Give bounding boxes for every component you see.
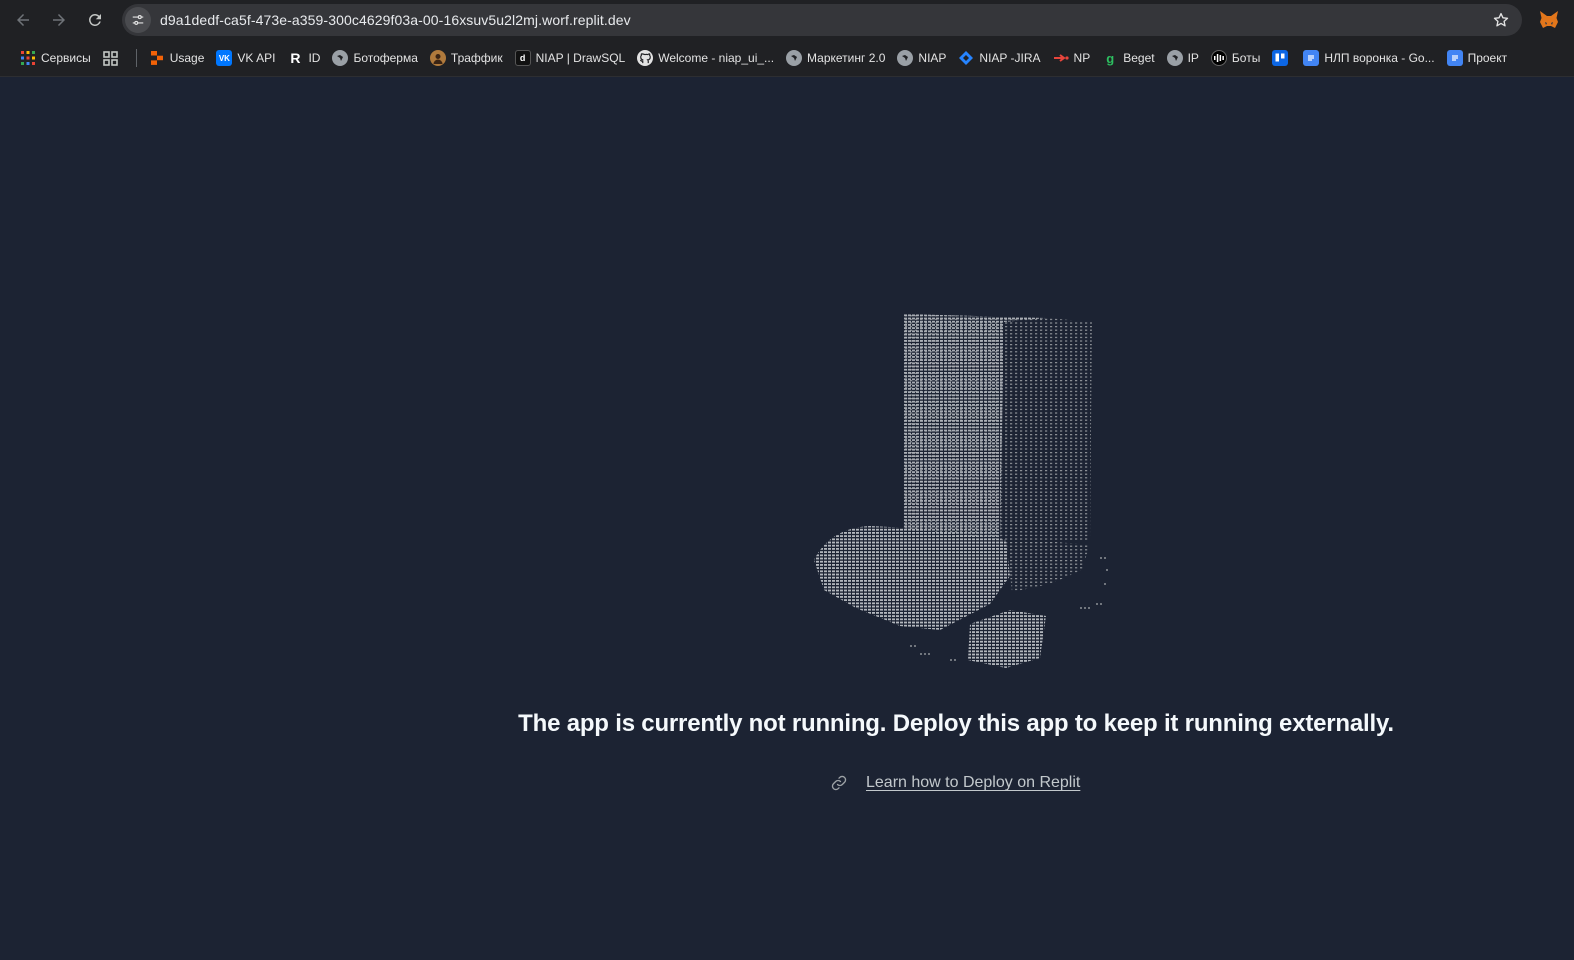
bookmark-label: Траффик bbox=[450, 51, 503, 65]
back-button[interactable] bbox=[5, 2, 41, 38]
url-text[interactable]: d9a1dedf-ca5f-473e-a359-300c4629f03a-00-… bbox=[160, 12, 631, 28]
np-icon bbox=[1053, 50, 1069, 66]
bookmark-label: ID bbox=[308, 51, 321, 65]
bookmark-botoferma[interactable]: Ботоферма bbox=[328, 44, 425, 72]
bookmark-separator bbox=[135, 49, 137, 67]
bookmark-tab-groups[interactable] bbox=[99, 44, 128, 72]
reload-button[interactable] bbox=[77, 2, 113, 38]
address-bar[interactable]: d9a1dedf-ca5f-473e-a359-300c4629f03a-00-… bbox=[122, 4, 1522, 36]
bookmark-marketing[interactable]: Маркетинг 2.0 bbox=[782, 44, 893, 72]
bookmark-label: Боты bbox=[1231, 51, 1261, 65]
page-content: The app is currently not running. Deploy… bbox=[0, 78, 1574, 960]
forward-button[interactable] bbox=[41, 2, 77, 38]
globe-icon bbox=[332, 50, 349, 66]
bookmark-niap[interactable]: NIAP bbox=[893, 44, 954, 72]
bookmark-usage[interactable]: Usage bbox=[145, 44, 213, 72]
bookmark-id[interactable]: R ID bbox=[283, 44, 328, 72]
arrow-right-icon bbox=[53, 14, 65, 26]
bookmark-label: VK API bbox=[237, 51, 276, 65]
metamask-fox-icon[interactable] bbox=[1538, 10, 1560, 30]
bookmark-niap-jira[interactable]: NIAP -JIRA bbox=[954, 44, 1048, 72]
bookmark-label: Welcome - niap_ui_... bbox=[658, 51, 775, 65]
replit-icon bbox=[149, 50, 165, 66]
bookmark-star-icon[interactable] bbox=[1492, 11, 1510, 29]
bookmark-np[interactable]: NP bbox=[1049, 44, 1099, 72]
bookmark-trello[interactable] bbox=[1268, 44, 1299, 72]
bookmark-label: NIAP | DrawSQL bbox=[535, 51, 626, 65]
bots-icon bbox=[1210, 50, 1227, 66]
bookmark-label: Маркетинг 2.0 bbox=[807, 51, 886, 65]
ascii-art-illustration bbox=[814, 314, 1110, 668]
tune-icon bbox=[132, 15, 144, 25]
vk-icon: VK bbox=[216, 50, 233, 66]
google-docs-icon bbox=[1303, 50, 1320, 66]
beget-icon: g bbox=[1106, 50, 1115, 66]
jira-icon bbox=[958, 50, 974, 66]
bookmark-label: NIAP bbox=[918, 51, 947, 65]
learn-deploy-link[interactable]: Learn how to Deploy on Replit bbox=[866, 774, 1080, 792]
globe-icon bbox=[1166, 50, 1183, 66]
arrow-left-icon bbox=[17, 14, 29, 26]
site-info-button[interactable] bbox=[125, 7, 151, 33]
bookmark-github-welcome[interactable]: Welcome - niap_ui_... bbox=[633, 44, 782, 72]
bookmark-beget[interactable]: g Beget bbox=[1098, 44, 1162, 72]
reload-icon bbox=[89, 14, 101, 26]
bookmark-services[interactable]: Сервисы bbox=[16, 44, 99, 72]
apps-grid-icon bbox=[20, 50, 36, 66]
bookmark-traffic[interactable]: Траффик bbox=[426, 44, 511, 72]
deploy-link-row: Learn how to Deploy on Replit bbox=[830, 774, 1080, 792]
bookmark-project[interactable]: Проект bbox=[1443, 44, 1516, 72]
not-running-message: The app is currently not running. Deploy… bbox=[518, 710, 1394, 737]
tab-groups-icon bbox=[103, 50, 119, 66]
github-icon bbox=[637, 50, 654, 66]
browser-toolbar: d9a1dedf-ca5f-473e-a359-300c4629f03a-00-… bbox=[0, 0, 1574, 40]
bookmark-label: НЛП воронка - Go... bbox=[1324, 51, 1435, 65]
drawsql-icon: d bbox=[514, 50, 531, 66]
bookmarks-bar: Сервисы Usage VK VK API R ID Ботоферма Т… bbox=[0, 40, 1574, 77]
bookmark-label: Проект bbox=[1467, 51, 1508, 65]
bookmark-nlp-funnel[interactable]: НЛП воронка - Go... bbox=[1299, 44, 1442, 72]
globe-icon bbox=[786, 50, 803, 66]
trello-icon bbox=[1272, 50, 1289, 66]
bookmark-label: IP bbox=[1187, 51, 1199, 65]
globe-icon bbox=[897, 50, 914, 66]
bookmark-label: Beget bbox=[1123, 51, 1155, 65]
bookmark-bots[interactable]: Боты bbox=[1207, 44, 1268, 72]
bookmark-label: Сервисы bbox=[41, 51, 91, 65]
bookmark-label: NP bbox=[1073, 51, 1091, 65]
r-letter-icon: R bbox=[290, 50, 301, 66]
avatar-icon bbox=[429, 50, 446, 66]
bookmark-drawsql[interactable]: d NIAP | DrawSQL bbox=[511, 44, 634, 72]
bookmark-vk-api[interactable]: VK VK API bbox=[212, 44, 283, 72]
link-icon bbox=[831, 775, 847, 791]
bookmark-ip[interactable]: IP bbox=[1163, 44, 1207, 72]
bookmark-label: Usage bbox=[169, 51, 205, 65]
google-docs-icon bbox=[1446, 50, 1463, 66]
bookmark-label: Ботоферма bbox=[353, 51, 418, 65]
bookmark-label: NIAP -JIRA bbox=[979, 51, 1041, 65]
